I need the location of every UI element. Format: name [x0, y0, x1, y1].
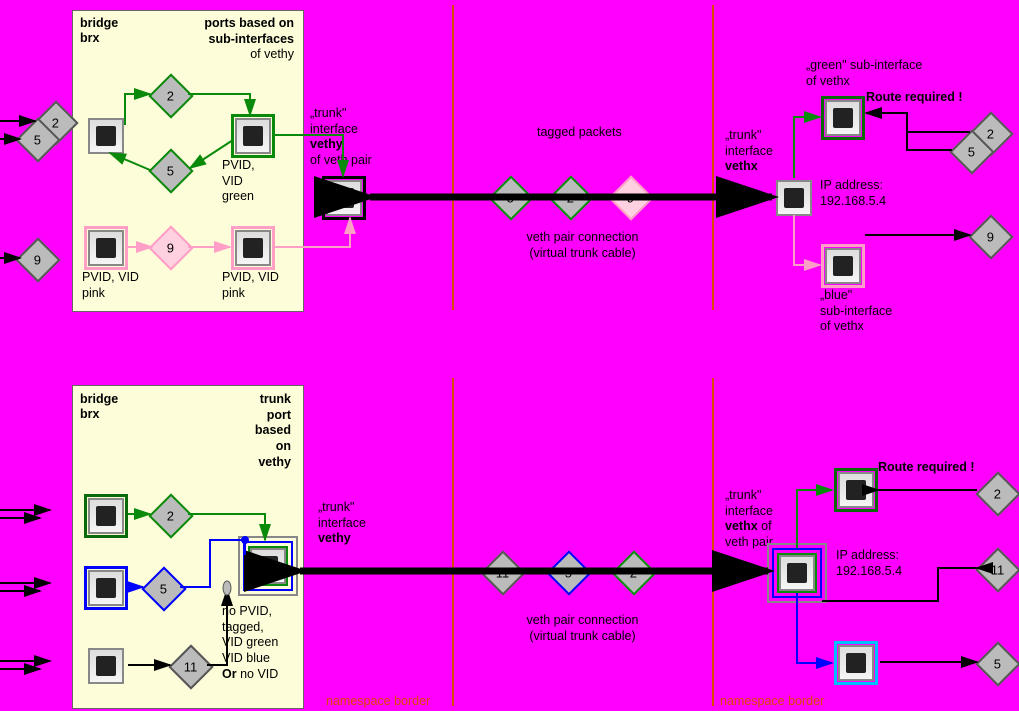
top-right-diamond-9: 9: [968, 214, 1013, 259]
bot-trunk-vethy: „trunk" interface vethy: [318, 500, 366, 547]
top-right-title: ports based on sub-interfaces of vethy: [204, 16, 294, 63]
top-ip-addr: IP address:192.168.5.4: [820, 178, 886, 209]
top-green-sub-label: „green" sub-interfaceof vethx: [806, 58, 922, 89]
bot-ip-addr: IP address:192.168.5.4: [836, 548, 902, 579]
bot-mid-diamond-5: 5: [546, 550, 591, 595]
top-port-left1: [88, 118, 124, 154]
top-blue-sub-port: [825, 248, 861, 284]
top-mid-diamond-2: 2: [548, 175, 593, 220]
top-port-pink-left: [88, 230, 124, 266]
bot-no-pvid: no PVID, tagged, VID green VID blue Or n…: [222, 604, 278, 682]
top-trunk-vethy: „trunk" interface vethy of veth pair: [310, 106, 372, 169]
bot-right-title: trunk port based on vethy: [255, 392, 291, 470]
top-vethy-port: [326, 180, 362, 216]
top-bridge-title2: brx: [80, 31, 99, 47]
top-blue-sub-label: „blue"sub-interfaceof vethx: [820, 288, 892, 335]
bot-right-diamond-11: 11: [975, 547, 1019, 592]
top-vethx-port: [776, 180, 812, 216]
bot-trunk-vethx: „trunk" interface vethx of veth pair: [725, 488, 773, 551]
bot-route-req: Route required !: [878, 460, 975, 476]
top-green-sub-port: [825, 100, 861, 136]
top-trunk-vethx: „trunk" interface vethx: [725, 128, 773, 175]
ns-border-label-left: namespace border: [326, 694, 430, 710]
bot-port-green: [88, 498, 124, 534]
bot-vethx-port: [779, 555, 815, 591]
ns-border-right-top: [712, 5, 714, 310]
bot-right-cyan-port: [838, 645, 874, 681]
bot-mid-diamond-2: 2: [611, 550, 656, 595]
top-tagged-packets: tagged packets: [537, 125, 622, 141]
bot-right-diamond-2: 2: [975, 471, 1019, 516]
top-bridge-title1: bridge: [80, 16, 118, 32]
bot-vethpair: veth pair connection(virtual trunk cable…: [510, 613, 655, 644]
ns-border-right-bottom: [712, 378, 714, 706]
top-port-pink-right: [235, 230, 271, 266]
bot-port-plain: [88, 648, 124, 684]
top-left-diamond-9: 9: [15, 237, 60, 282]
bot-bridge-title2: brx: [80, 407, 99, 423]
bot-right-diamond-5: 5: [975, 641, 1019, 686]
bot-bridge-title1: bridge: [80, 392, 118, 408]
top-vethpair: veth pair connection(virtual trunk cable…: [510, 230, 655, 261]
top-route-req: Route required !: [866, 90, 963, 106]
bot-mid-diamond-11: 11: [480, 550, 525, 595]
bot-vethy-port: [250, 548, 286, 584]
ns-border-label-right: namespace border: [720, 694, 824, 710]
ns-border-left-bottom: [452, 378, 454, 706]
top-pvid-pink1: PVID, VID pink: [82, 270, 139, 301]
bot-right-green-port: [838, 472, 874, 508]
bot-port-blue: [88, 570, 124, 606]
top-port-green: [235, 118, 271, 154]
top-mid-diamond-9: 9: [608, 175, 653, 220]
ns-border-left-top: [452, 5, 454, 310]
top-pvid-green: PVID, VID green: [222, 158, 255, 205]
top-mid-diamond-5: 5: [488, 175, 533, 220]
top-pvid-pink2: PVID, VID pink: [222, 270, 279, 301]
